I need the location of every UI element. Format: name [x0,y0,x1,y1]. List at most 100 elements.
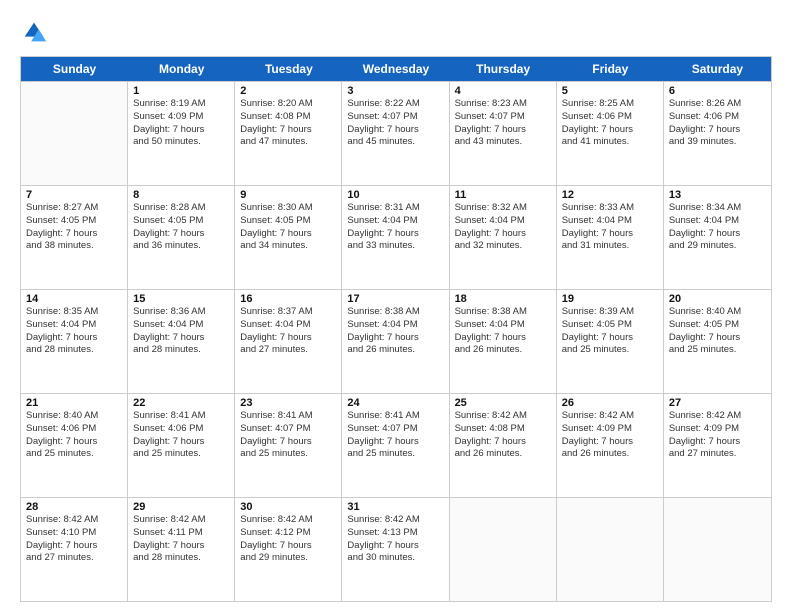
cal-cell: 16Sunrise: 8:37 AMSunset: 4:04 PMDayligh… [235,290,342,393]
sunrise-text: Sunrise: 8:38 AM [455,306,551,319]
cal-cell: 26Sunrise: 8:42 AMSunset: 4:09 PMDayligh… [557,394,664,497]
daylight-line2: and 27 minutes. [240,344,336,357]
day-number: 25 [455,397,551,409]
daylight-line1: Daylight: 7 hours [669,228,766,241]
daylight-line1: Daylight: 7 hours [347,332,443,345]
day-number: 12 [562,189,658,201]
calendar-header: SundayMondayTuesdayWednesdayThursdayFrid… [21,57,771,81]
week-row-4: 28Sunrise: 8:42 AMSunset: 4:10 PMDayligh… [21,497,771,601]
sunrise-text: Sunrise: 8:40 AM [669,306,766,319]
sunset-text: Sunset: 4:06 PM [562,111,658,124]
cal-cell [21,82,128,185]
sunrise-text: Sunrise: 8:26 AM [669,98,766,111]
cal-cell: 6Sunrise: 8:26 AMSunset: 4:06 PMDaylight… [664,82,771,185]
daylight-line2: and 25 minutes. [240,448,336,461]
daylight-line1: Daylight: 7 hours [562,436,658,449]
daylight-line2: and 25 minutes. [26,448,122,461]
day-number: 26 [562,397,658,409]
day-number: 8 [133,189,229,201]
sunset-text: Sunset: 4:05 PM [669,319,766,332]
daylight-line1: Daylight: 7 hours [347,228,443,241]
daylight-line1: Daylight: 7 hours [455,124,551,137]
cal-cell: 8Sunrise: 8:28 AMSunset: 4:05 PMDaylight… [128,186,235,289]
cal-cell: 2Sunrise: 8:20 AMSunset: 4:08 PMDaylight… [235,82,342,185]
sunrise-text: Sunrise: 8:23 AM [455,98,551,111]
daylight-line1: Daylight: 7 hours [455,228,551,241]
day-number: 28 [26,501,122,513]
sunset-text: Sunset: 4:07 PM [455,111,551,124]
cal-cell: 22Sunrise: 8:41 AMSunset: 4:06 PMDayligh… [128,394,235,497]
daylight-line2: and 26 minutes. [455,448,551,461]
day-number: 22 [133,397,229,409]
logo-icon [20,18,48,46]
daylight-line1: Daylight: 7 hours [26,332,122,345]
daylight-line2: and 27 minutes. [669,448,766,461]
header [20,18,772,46]
daylight-line2: and 25 minutes. [562,344,658,357]
daylight-line2: and 26 minutes. [347,344,443,357]
sunset-text: Sunset: 4:12 PM [240,527,336,540]
cal-cell: 21Sunrise: 8:40 AMSunset: 4:06 PMDayligh… [21,394,128,497]
sunrise-text: Sunrise: 8:25 AM [562,98,658,111]
sunrise-text: Sunrise: 8:30 AM [240,202,336,215]
sunrise-text: Sunrise: 8:37 AM [240,306,336,319]
day-number: 31 [347,501,443,513]
sunset-text: Sunset: 4:06 PM [133,423,229,436]
daylight-line2: and 28 minutes. [26,344,122,357]
daylight-line1: Daylight: 7 hours [347,436,443,449]
daylight-line2: and 38 minutes. [26,240,122,253]
daylight-line2: and 25 minutes. [347,448,443,461]
daylight-line1: Daylight: 7 hours [133,228,229,241]
sunset-text: Sunset: 4:06 PM [26,423,122,436]
sunrise-text: Sunrise: 8:31 AM [347,202,443,215]
cal-cell: 14Sunrise: 8:35 AMSunset: 4:04 PMDayligh… [21,290,128,393]
cal-cell: 15Sunrise: 8:36 AMSunset: 4:04 PMDayligh… [128,290,235,393]
daylight-line2: and 50 minutes. [133,136,229,149]
daylight-line2: and 25 minutes. [669,344,766,357]
day-number: 4 [455,85,551,97]
logo [20,18,52,46]
daylight-line2: and 34 minutes. [240,240,336,253]
day-number: 7 [26,189,122,201]
sunrise-text: Sunrise: 8:41 AM [240,410,336,423]
daylight-line1: Daylight: 7 hours [455,332,551,345]
header-day-wednesday: Wednesday [342,57,449,81]
day-number: 18 [455,293,551,305]
sunset-text: Sunset: 4:11 PM [133,527,229,540]
daylight-line1: Daylight: 7 hours [26,228,122,241]
header-day-tuesday: Tuesday [235,57,342,81]
sunset-text: Sunset: 4:04 PM [26,319,122,332]
daylight-line2: and 47 minutes. [240,136,336,149]
header-day-sunday: Sunday [21,57,128,81]
sunset-text: Sunset: 4:08 PM [240,111,336,124]
day-number: 29 [133,501,229,513]
sunrise-text: Sunrise: 8:42 AM [669,410,766,423]
day-number: 30 [240,501,336,513]
day-number: 5 [562,85,658,97]
sunrise-text: Sunrise: 8:35 AM [26,306,122,319]
daylight-line2: and 26 minutes. [455,344,551,357]
daylight-line2: and 25 minutes. [133,448,229,461]
day-number: 3 [347,85,443,97]
cal-cell [664,498,771,601]
day-number: 9 [240,189,336,201]
sunset-text: Sunset: 4:04 PM [347,215,443,228]
daylight-line2: and 36 minutes. [133,240,229,253]
sunrise-text: Sunrise: 8:42 AM [562,410,658,423]
calendar-body: 1Sunrise: 8:19 AMSunset: 4:09 PMDaylight… [21,81,771,601]
sunrise-text: Sunrise: 8:33 AM [562,202,658,215]
daylight-line1: Daylight: 7 hours [133,436,229,449]
daylight-line1: Daylight: 7 hours [240,228,336,241]
daylight-line2: and 43 minutes. [455,136,551,149]
daylight-line1: Daylight: 7 hours [240,124,336,137]
daylight-line1: Daylight: 7 hours [240,540,336,553]
day-number: 16 [240,293,336,305]
sunset-text: Sunset: 4:07 PM [347,111,443,124]
calendar-page: SundayMondayTuesdayWednesdayThursdayFrid… [0,0,792,612]
sunrise-text: Sunrise: 8:20 AM [240,98,336,111]
sunset-text: Sunset: 4:05 PM [133,215,229,228]
cal-cell: 19Sunrise: 8:39 AMSunset: 4:05 PMDayligh… [557,290,664,393]
header-day-friday: Friday [557,57,664,81]
cal-cell: 24Sunrise: 8:41 AMSunset: 4:07 PMDayligh… [342,394,449,497]
sunset-text: Sunset: 4:09 PM [562,423,658,436]
